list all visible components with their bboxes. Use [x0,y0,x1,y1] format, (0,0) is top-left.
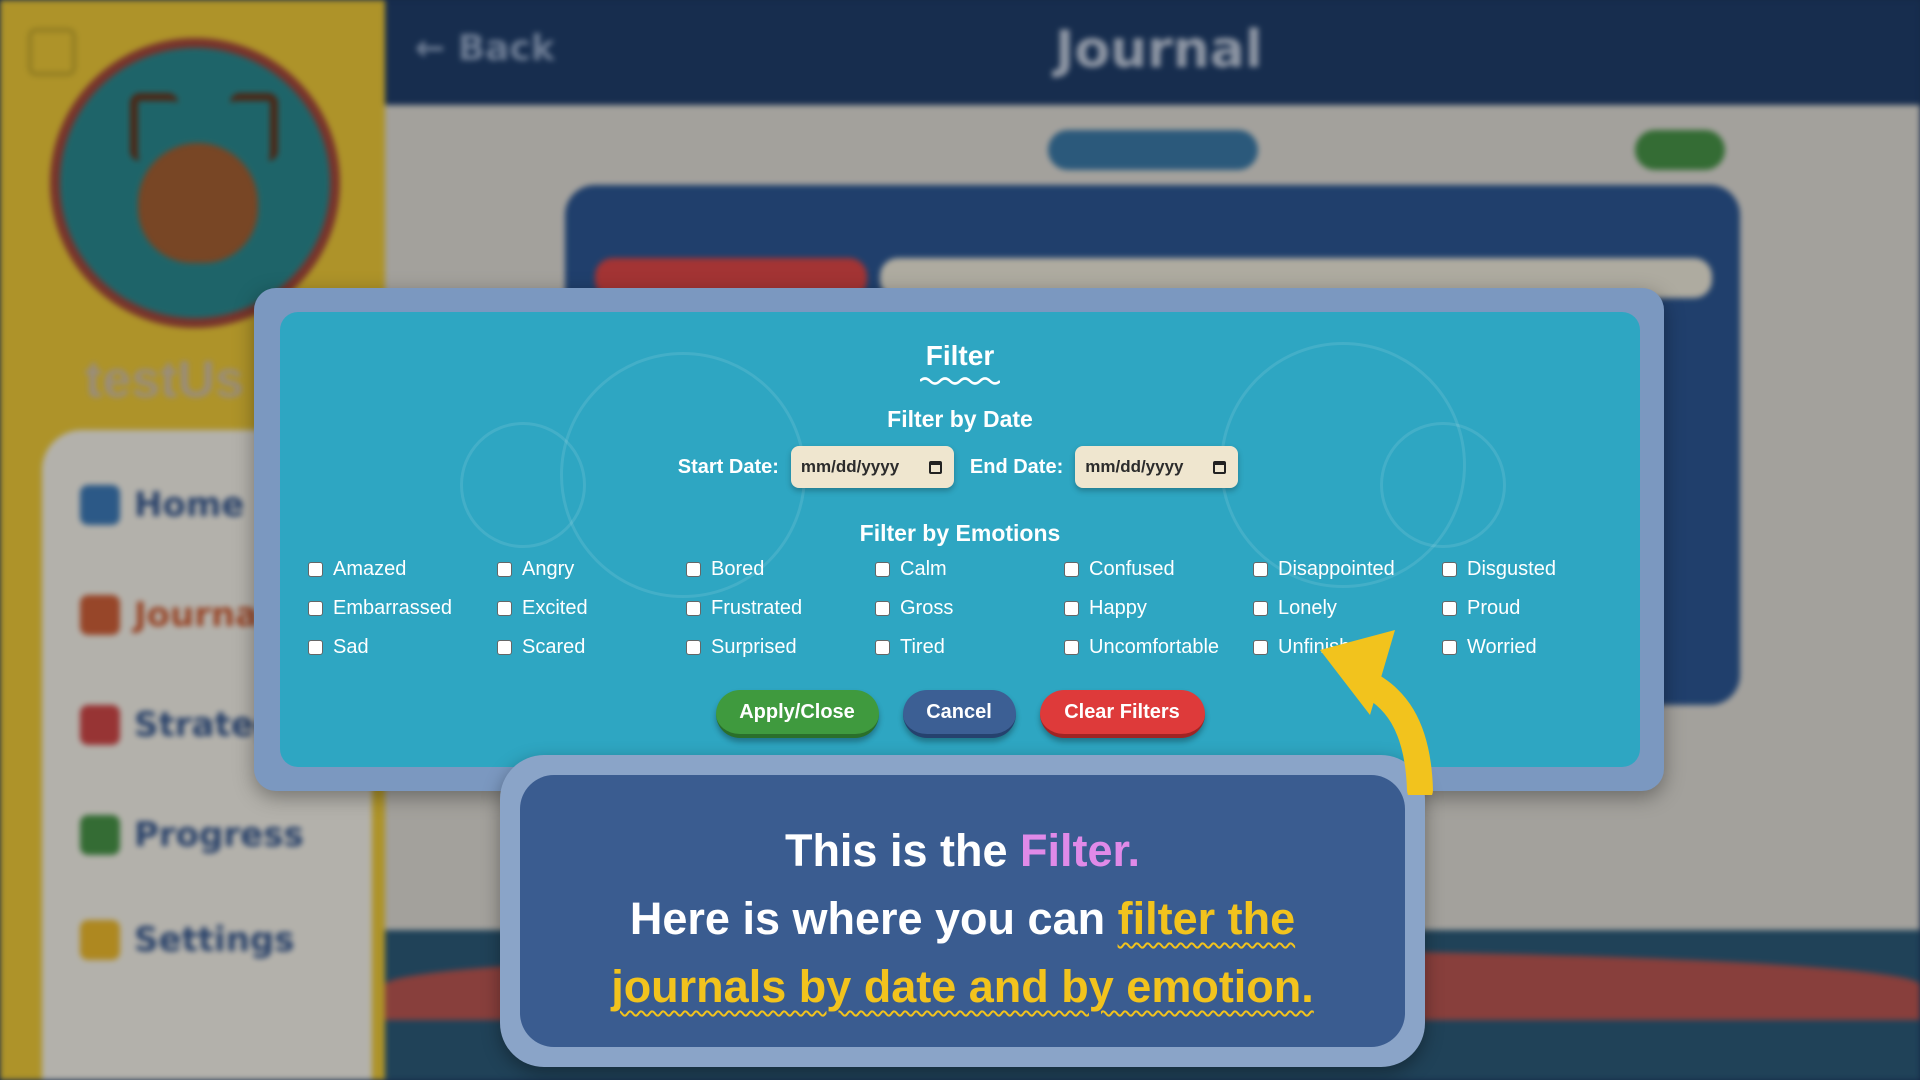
emotion-option[interactable]: Calm [875,555,1064,583]
apply-close-button[interactable]: Apply/Close [715,690,879,738]
pointer-arrow-icon [1320,630,1433,795]
emotion-label: Surprised [711,635,797,658]
end-date-label: End Date: [969,455,1064,478]
emotion-label: Sad [333,635,369,658]
emotion-checkbox[interactable] [875,639,890,655]
date-section-title: Filter by Date [887,406,1033,432]
emotion-checkbox[interactable] [1442,600,1457,616]
emotion-option[interactable]: Frustrated [686,594,875,622]
emotion-label: Uncomfortable [1089,635,1220,658]
emotion-option[interactable]: Surprised [686,633,875,661]
callout-text: Here is where you can [629,893,1118,944]
emotion-label: Frustrated [711,596,803,619]
emotion-label: Tired [900,635,945,658]
callout-highlight: filter the [1117,893,1296,944]
emotion-label: Amazed [333,557,407,580]
emotion-option[interactable]: Uncomfortable [1064,633,1253,661]
callout-line-2: Here is where you can filter the [520,893,1405,945]
emotion-option[interactable]: Gross [875,594,1064,622]
emotion-checkbox[interactable] [497,639,512,655]
emotion-checkbox[interactable] [497,600,512,616]
emotion-checkbox[interactable] [686,600,701,616]
calendar-icon[interactable] [928,460,942,474]
emotion-option[interactable]: Excited [497,594,686,622]
emotion-label: Embarrassed [333,596,452,619]
emotion-checkbox[interactable] [686,561,701,577]
emotion-label: Gross [900,596,954,619]
emotion-label: Calm [900,557,947,580]
emotion-checkbox[interactable] [1442,561,1457,577]
start-date-label: Start Date: [677,455,779,478]
tutorial-callout: This is the Filter. Here is where you ca… [520,775,1405,1047]
emotion-option[interactable]: Tired [875,633,1064,661]
emotion-label: Disgusted [1467,557,1556,580]
emotion-option[interactable]: Worried [1442,633,1631,661]
emotion-option[interactable]: Happy [1064,594,1253,622]
emotion-checkbox[interactable] [1442,639,1457,655]
emotion-label: Confused [1089,557,1175,580]
emotion-label: Proud [1467,596,1521,619]
emotion-label: Scared [522,635,586,658]
date-filter-row: Start Date: mm/dd/yyyy End Date: mm/dd/y… [280,446,1640,488]
emotion-label: Excited [522,596,588,619]
callout-highlight: journals by date and by emotion. [611,961,1314,1012]
emotion-option[interactable]: Angry [497,555,686,583]
end-date-placeholder: mm/dd/yyyy [1085,457,1184,476]
emotion-checkbox[interactable] [308,561,323,577]
emotion-checkbox[interactable] [1253,639,1268,655]
start-date-input[interactable]: mm/dd/yyyy [790,446,954,488]
emotion-checkbox[interactable] [686,639,701,655]
emotion-checkbox[interactable] [1064,561,1079,577]
emotion-checkbox[interactable] [497,561,512,577]
callout-line-3: journals by date and by emotion. [520,961,1405,1013]
emotion-option[interactable]: Disgusted [1442,555,1631,583]
emotion-checkbox[interactable] [1064,600,1079,616]
emotion-checkbox[interactable] [308,600,323,616]
calendar-icon[interactable] [1213,460,1227,474]
emotion-checkbox[interactable] [875,600,890,616]
emotion-option[interactable]: Embarrassed [308,594,497,622]
emotion-option[interactable]: Scared [497,633,686,661]
emotion-checkbox[interactable] [875,561,890,577]
callout-line-1: This is the Filter. [520,825,1405,877]
start-date-placeholder: mm/dd/yyyy [800,457,900,476]
emotion-label: Bored [711,557,765,580]
emotion-option[interactable]: Sad [308,633,497,661]
emotion-option[interactable]: Amazed [308,555,497,583]
emotion-option[interactable]: Confused [1064,555,1253,583]
emotion-checkbox[interactable] [1064,639,1079,655]
emotion-label: Angry [522,557,575,580]
emotion-section-title: Filter by Emotions [859,520,1061,546]
callout-highlight: Filter. [1020,825,1141,876]
emotion-label: Disappointed [1278,557,1395,580]
title-squiggle [920,377,1000,385]
callout-text: This is the [784,825,1020,876]
emotion-option[interactable]: Proud [1442,594,1631,622]
emotion-checkbox[interactable] [1253,600,1268,616]
emotion-label: Worried [1467,635,1537,658]
modal-title: Filter [925,340,995,371]
emotion-label: Happy [1089,596,1147,619]
emotion-option[interactable]: Bored [686,555,875,583]
emotion-checkbox[interactable] [1253,561,1268,577]
clear-filters-button[interactable]: Clear Filters [1039,690,1205,738]
end-date-input[interactable]: mm/dd/yyyy [1075,446,1239,488]
emotion-option[interactable]: Disappointed [1253,555,1442,583]
cancel-button[interactable]: Cancel [902,690,1016,738]
emotion-checkbox[interactable] [308,639,323,655]
